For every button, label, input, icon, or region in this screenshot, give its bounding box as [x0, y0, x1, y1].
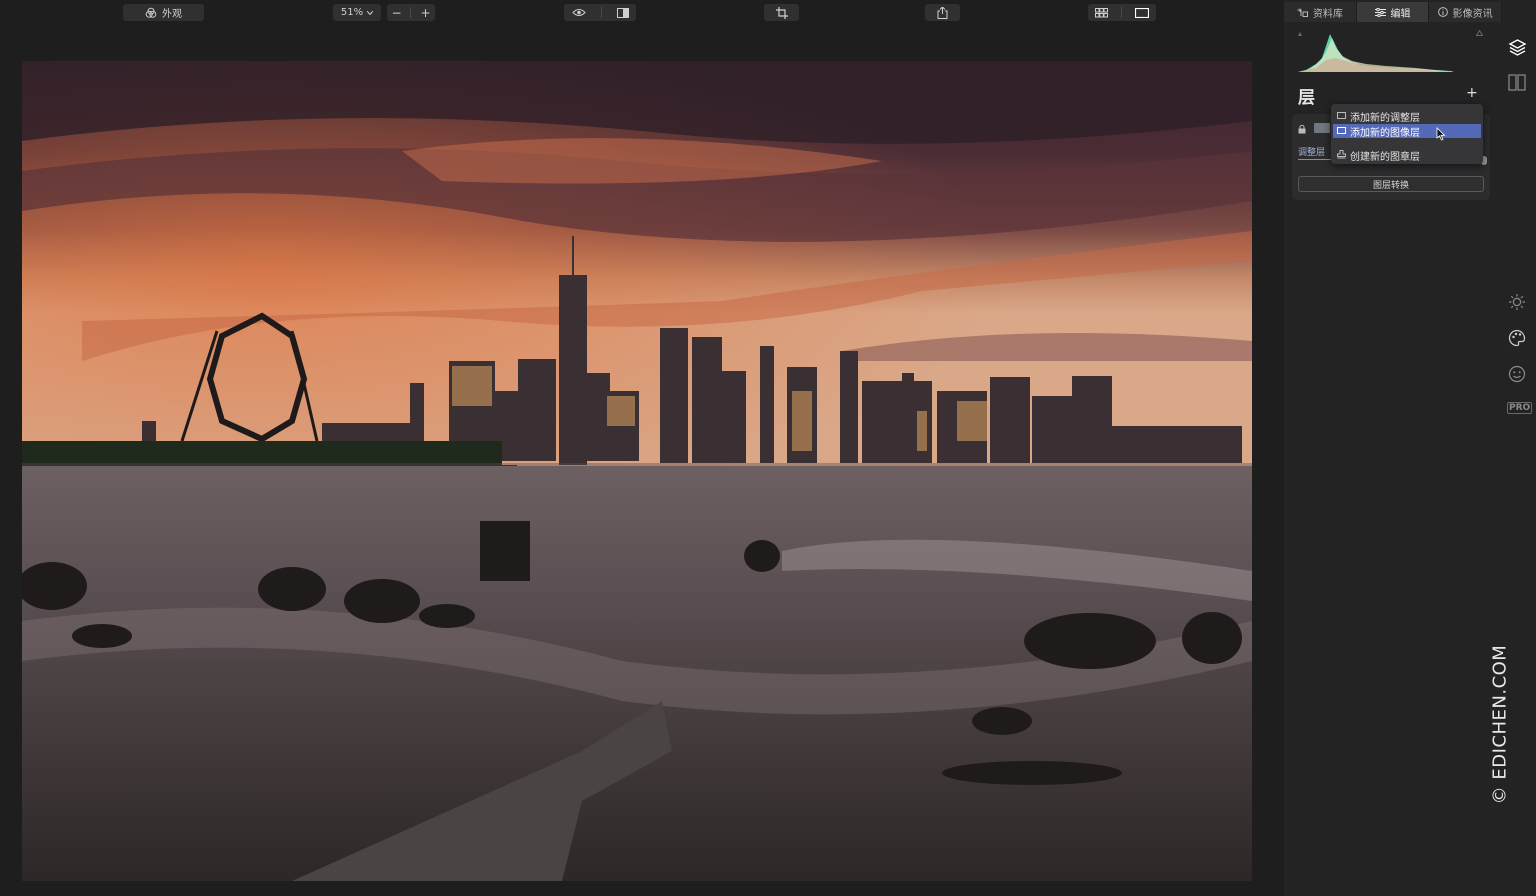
zoom-controls: − + — [387, 4, 435, 21]
crop-button[interactable] — [764, 4, 799, 21]
look-label: 外观 — [162, 9, 182, 20]
look-icon — [145, 7, 157, 18]
menu-item-create-stamp-layer[interactable]: 创建新的图章层 — [1333, 148, 1481, 163]
share-button[interactable] — [925, 4, 960, 21]
view-controls — [564, 4, 636, 21]
lock-icon[interactable] — [1298, 124, 1306, 134]
tab-edit[interactable]: 编辑 — [1356, 2, 1430, 22]
layer-convert-button[interactable]: 图层转换 — [1298, 176, 1484, 192]
menu-item-add-image-layer[interactable]: 添加新的图像层 — [1333, 124, 1481, 139]
layers-title: 层 — [1298, 88, 1315, 108]
highlight-clip-icon[interactable] — [1476, 30, 1483, 36]
grid-view-icon[interactable] — [1094, 7, 1108, 18]
skyline-photo — [22, 61, 1252, 881]
zoom-value: 51% — [340, 7, 364, 18]
separator — [410, 7, 412, 18]
menu-item-add-adjustment-layer[interactable]: 添加新的调整层 — [1333, 109, 1481, 124]
panel-tabs: 资料库 编辑 影像资讯 — [1284, 2, 1503, 22]
tab-library-label: 资料库 — [1312, 8, 1343, 20]
face-icon[interactable] — [1508, 365, 1526, 383]
palette-icon[interactable] — [1508, 329, 1526, 347]
layer-name[interactable]: 调整层 — [1298, 145, 1325, 158]
library-icon — [1297, 8, 1308, 17]
sliders-icon — [1374, 7, 1386, 17]
tab-library[interactable]: 资料库 — [1284, 2, 1357, 22]
layout-controls — [1088, 4, 1156, 21]
stamp-icon — [1337, 150, 1346, 159]
zoom-out-button[interactable]: − — [391, 6, 401, 20]
adjustment-layer-icon — [1337, 112, 1346, 119]
add-layer-button[interactable]: + — [1466, 86, 1478, 100]
tab-info-label: 影像资讯 — [1452, 8, 1493, 20]
layers-icon[interactable] — [1508, 38, 1527, 57]
menu-item-label: 添加新的调整层 — [1350, 112, 1420, 124]
separator — [1120, 7, 1122, 18]
menu-item-label: 添加新的图像层 — [1350, 127, 1420, 139]
histogram — [1298, 32, 1454, 72]
layer-thumbnail[interactable] — [1314, 123, 1330, 133]
crop-icon — [775, 6, 788, 19]
separator — [600, 7, 602, 18]
look-button[interactable]: 外观 — [123, 4, 204, 21]
image-layer-icon — [1337, 127, 1346, 134]
pro-badge[interactable]: PRO — [1507, 402, 1533, 414]
tab-info[interactable]: 影像资讯 — [1429, 2, 1503, 22]
share-icon — [937, 6, 948, 19]
eye-icon[interactable] — [571, 8, 586, 17]
watermark: © EDICHEN.COM — [1489, 644, 1511, 805]
zoom-in-button[interactable]: + — [420, 6, 430, 20]
top-toolbar: 外观 51% − + — [0, 0, 1284, 26]
tab-edit-label: 编辑 — [1390, 8, 1411, 20]
compare-split-icon[interactable] — [616, 7, 629, 18]
info-icon — [1437, 7, 1448, 17]
photo-canvas[interactable] — [22, 61, 1252, 881]
compare-icon[interactable] — [1508, 74, 1526, 91]
single-view-icon[interactable] — [1135, 7, 1150, 18]
mouse-cursor-icon — [1436, 127, 1446, 141]
menu-item-label: 创建新的图章层 — [1350, 151, 1420, 163]
sun-icon[interactable] — [1508, 293, 1526, 311]
layer-opacity-track[interactable] — [1298, 159, 1334, 160]
zoom-select[interactable]: 51% — [333, 4, 381, 21]
chevron-down-icon — [367, 10, 374, 15]
